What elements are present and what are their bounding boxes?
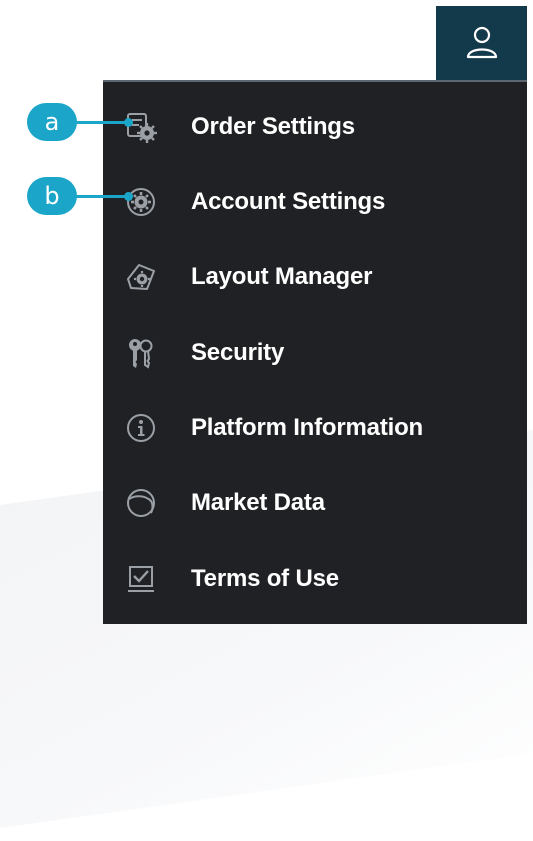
menu-item-terms-of-use[interactable]: Terms of Use <box>103 551 527 607</box>
callout-a-badge: a <box>27 103 77 141</box>
menu-item-label: Market Data <box>191 489 325 516</box>
menu-item-order-settings[interactable]: Order Settings <box>103 99 527 155</box>
menu-item-platform-information[interactable]: Platform Information <box>103 400 527 456</box>
callout-a: a <box>27 103 133 141</box>
layout-manager-icon <box>125 261 157 293</box>
user-menu-button[interactable] <box>436 6 527 80</box>
menu-item-account-settings[interactable]: Account Settings <box>103 174 527 230</box>
menu-item-label: Platform Information <box>191 414 424 441</box>
callout-a-line <box>75 120 127 124</box>
settings-dropdown-menu: Order Settings Account Settings Layout M… <box>103 80 527 624</box>
callout-b: b <box>27 177 133 215</box>
menu-item-layout-manager[interactable]: Layout Manager <box>103 249 527 305</box>
menu-item-security[interactable]: Security <box>103 325 527 381</box>
callout-b-dot <box>124 191 133 201</box>
info-icon <box>125 412 157 444</box>
menu-item-label: Security <box>191 339 285 366</box>
menu-item-label: Terms of Use <box>191 565 339 592</box>
callout-b-badge: b <box>27 177 77 215</box>
checkbox-icon <box>125 563 157 595</box>
user-icon <box>466 26 497 59</box>
menu-item-market-data[interactable]: Market Data <box>103 475 527 531</box>
menu-item-label: Layout Manager <box>191 263 373 290</box>
callout-b-line <box>75 194 127 198</box>
menu-item-label: Account Settings <box>191 188 386 215</box>
globe-icon <box>125 487 157 519</box>
callout-a-dot <box>124 117 133 127</box>
menu-item-label: Order Settings <box>191 113 355 140</box>
keys-icon <box>125 337 157 369</box>
